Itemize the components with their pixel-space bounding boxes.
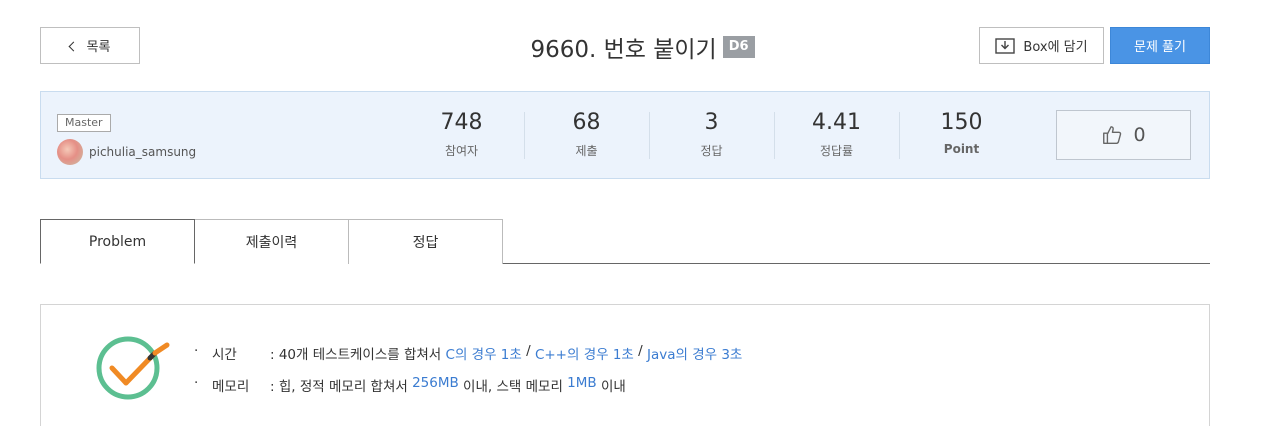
like-count: 0 [1133, 124, 1146, 146]
stat-value: 748 [440, 110, 483, 135]
memory-label: 메모리 [212, 379, 250, 395]
stat-label: 정답률 [819, 144, 854, 158]
chevron-left-icon [68, 41, 78, 51]
tier-badge: Master [57, 114, 111, 132]
memory-limit-line: · 메모리 : 힙, 정적 메모리 합쳐서 256MB 이내, 스택 메모리 1… [194, 375, 626, 395]
tab-submission-history[interactable]: 제출이력 [194, 219, 349, 264]
memory-mid: 이내, 스택 메모리 [458, 379, 568, 395]
stat-point: 150 Point [899, 110, 1024, 156]
time-limit-line: · 시간 : 40개 테스트케이스를 합쳐서 C의 경우 1초 / C++의 경… [194, 343, 742, 363]
back-button-label: 목록 [86, 40, 111, 55]
limits-box: · 시간 : 40개 테스트케이스를 합쳐서 C의 경우 1초 / C++의 경… [40, 304, 1210, 426]
author-name: pichulia_samsung [89, 145, 197, 159]
memory-suffix: 이내 [596, 379, 626, 395]
tab-label: 제출이력 [245, 235, 298, 251]
stat-label: 정답 [700, 144, 723, 158]
solve-button-label: 문제 풀기 [1134, 40, 1186, 55]
stat-correct: 3 정답 [649, 110, 774, 159]
box-button-label: Box에 담기 [1023, 40, 1088, 55]
separator: / [633, 343, 647, 359]
difficulty-badge: D6 [722, 36, 755, 58]
separator: / [521, 343, 535, 359]
stat-submissions: 68 제출 [524, 110, 649, 159]
solve-problem-button[interactable]: 문제 풀기 [1110, 27, 1210, 64]
bullet: · [194, 375, 199, 391]
thumbs-up-icon [1103, 126, 1122, 144]
time-prefix: : 40개 테스트케이스를 합쳐서 [270, 347, 446, 363]
time-c: C의 경우 1초 [445, 347, 522, 363]
stats-panel: Master pichulia_samsung 748 참여자 68 제출 3 … [40, 91, 1210, 179]
stat-value: 150 [940, 110, 983, 135]
page-title: 9660. 번호 붙이기 [530, 37, 717, 63]
tab-answers[interactable]: 정답 [348, 219, 503, 264]
time-java: Java의 경우 3초 [646, 347, 743, 363]
add-to-box-button[interactable]: Box에 담기 [979, 27, 1104, 64]
memory-stack: 1MB [567, 375, 597, 391]
like-button[interactable]: 0 [1056, 110, 1191, 160]
stat-value: 3 [704, 110, 719, 135]
tab-label: 정답 [412, 235, 439, 251]
avatar [57, 139, 83, 165]
tab-problem[interactable]: Problem [40, 219, 195, 264]
box-download-icon [995, 37, 1016, 54]
stat-label: Point [943, 142, 980, 156]
stat-label: 제출 [575, 144, 598, 158]
bullet: · [194, 343, 199, 359]
memory-heap: 256MB [412, 375, 459, 391]
check-circle-icon [96, 336, 170, 400]
memory-prefix: : 힙, 정적 메모리 합쳐서 [270, 379, 413, 395]
back-to-list-button[interactable]: 목록 [40, 27, 140, 64]
stat-value: 4.41 [812, 110, 861, 135]
time-cpp: C++의 경우 1초 [534, 347, 634, 363]
stat-accuracy: 4.41 정답률 [774, 110, 899, 159]
time-label: 시간 [212, 347, 237, 363]
tab-label: Problem [88, 233, 147, 250]
author-info[interactable]: pichulia_samsung [57, 139, 196, 165]
stat-value: 68 [572, 110, 601, 135]
stat-label: 참여자 [444, 144, 479, 158]
stat-participants: 748 참여자 [399, 110, 524, 159]
